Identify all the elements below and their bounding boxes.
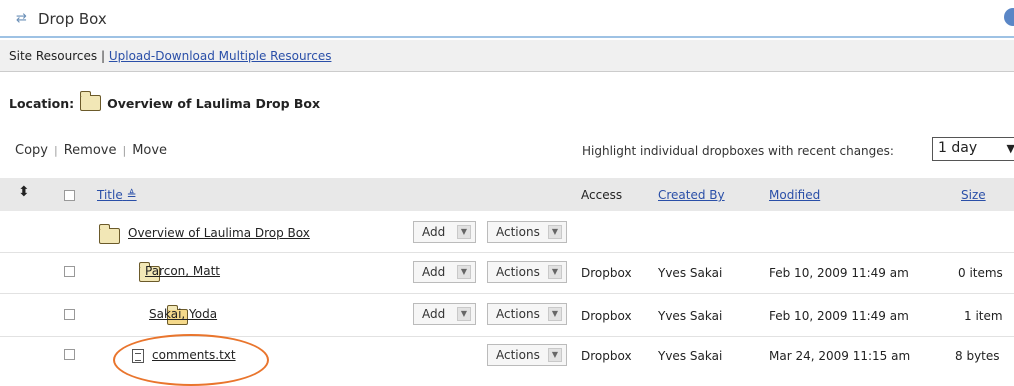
add-button-label: Add [422, 225, 446, 239]
page-title: Drop Box [38, 10, 107, 28]
chevron-down-icon: ▼ [457, 265, 471, 279]
location-breadcrumb: Location: Overview of Laulima Drop Box [9, 91, 321, 111]
chevron-down-icon: ▼ [548, 307, 562, 321]
folder-link[interactable]: Overview of Laulima Drop Box [128, 226, 310, 240]
title-column-header[interactable]: Title ≜ [97, 188, 137, 202]
modified-cell: Feb 10, 2009 11:49 am [769, 266, 909, 280]
created-by-column-header[interactable]: Created By [658, 188, 725, 202]
move-action[interactable]: Move [132, 143, 167, 158]
add-button[interactable]: Add ▼ [413, 303, 476, 325]
select-all-checkbox[interactable] [64, 190, 75, 201]
actions-button[interactable]: Actions ▼ [487, 221, 567, 243]
title-header-label: Title [97, 188, 123, 202]
sort-toggle-icon[interactable]: ⬍ [18, 184, 30, 200]
row-checkbox[interactable] [64, 266, 75, 277]
access-column-header: Access [581, 188, 623, 202]
separator: | [122, 144, 127, 157]
upload-download-link[interactable]: Upload-Download Multiple Resources [109, 49, 332, 63]
nav-separator: | [100, 49, 106, 63]
modified-cell: Mar 24, 2009 11:15 am [769, 349, 911, 363]
actions-button[interactable]: Actions ▼ [487, 303, 567, 325]
remove-action[interactable]: Remove [64, 143, 117, 158]
table-header [0, 178, 1014, 211]
sort-ascending-icon: ≜ [126, 188, 137, 202]
modified-column-header[interactable]: Modified [769, 188, 820, 202]
access-cell: Dropbox [581, 309, 632, 323]
chevron-down-icon: ▼ [548, 348, 562, 362]
size-column-header[interactable]: Size [961, 188, 986, 202]
folder-link[interactable]: Sakai, Yoda [149, 307, 217, 321]
row-divider [0, 252, 1014, 253]
location-label: Location: [9, 95, 75, 111]
annotation-circle [113, 334, 269, 386]
modified-cell: Feb 10, 2009 11:49 am [769, 309, 909, 323]
created-by-cell: Yves Sakai [658, 349, 723, 363]
separator: | [53, 144, 58, 157]
add-button-label: Add [422, 265, 446, 279]
row-checkbox[interactable] [64, 349, 75, 360]
folder-link[interactable]: Parcon, Matt [145, 264, 220, 278]
add-button[interactable]: Add ▼ [413, 221, 476, 243]
row-divider [0, 293, 1014, 294]
row-checkbox[interactable] [64, 309, 75, 320]
resources-nav-text: Site Resources | Upload-Download Multipl… [9, 49, 331, 63]
chevron-down-icon: ▼ [1006, 142, 1014, 155]
highlight-label: Highlight individual dropboxes with rece… [582, 144, 894, 158]
chevron-down-icon: ▼ [548, 265, 562, 279]
highlight-select[interactable]: 1 day ▼ [932, 137, 1014, 161]
created-by-cell: Yves Sakai [658, 266, 723, 280]
actions-button-label: Actions [496, 307, 540, 321]
copy-action[interactable]: Copy [15, 143, 48, 158]
tool-header [0, 0, 1014, 38]
actions-button-label: Actions [496, 265, 540, 279]
actions-button-label: Actions [496, 348, 540, 362]
access-cell: Dropbox [581, 349, 632, 363]
chevron-down-icon: ▼ [457, 307, 471, 321]
bulk-actions: Copy | Remove | Move [15, 143, 167, 158]
access-cell: Dropbox [581, 266, 632, 280]
refresh-icon: ⇄ [16, 11, 27, 26]
add-button-label: Add [422, 307, 446, 321]
actions-button[interactable]: Actions ▼ [487, 261, 567, 283]
folder-icon [79, 91, 102, 111]
location-folder-name: Overview of Laulima Drop Box [107, 95, 321, 111]
size-cell: 0 items [958, 266, 1003, 280]
chevron-down-icon: ▼ [457, 225, 471, 239]
site-resources-label: Site Resources [9, 49, 98, 63]
folder-icon [98, 224, 120, 244]
highlight-select-value: 1 day [938, 140, 978, 156]
size-cell: 1 item [964, 309, 1003, 323]
add-button[interactable]: Add ▼ [413, 261, 476, 283]
created-by-cell: Yves Sakai [658, 309, 723, 323]
size-cell: 8 bytes [955, 349, 1000, 363]
chevron-down-icon: ▼ [548, 225, 562, 239]
actions-button-label: Actions [496, 225, 540, 239]
actions-button[interactable]: Actions ▼ [487, 344, 567, 366]
